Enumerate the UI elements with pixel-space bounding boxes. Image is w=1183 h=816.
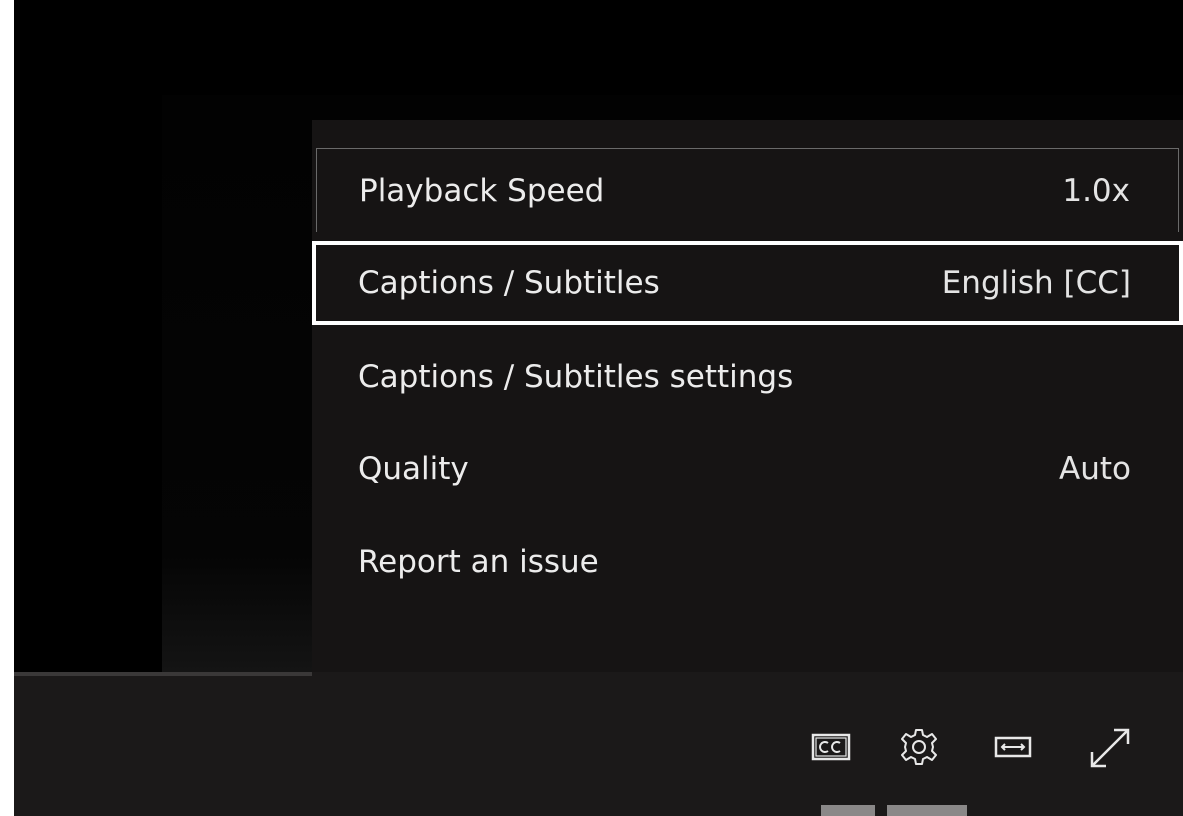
menu-item-playback-speed[interactable]: Playback Speed 1.0x: [316, 148, 1179, 232]
fullscreen-button[interactable]: [1080, 720, 1140, 776]
widen-button[interactable]: [988, 725, 1038, 769]
menu-item-report-issue[interactable]: Report an issue: [316, 520, 1179, 604]
menu-item-label: Captions / Subtitles settings: [358, 359, 794, 395]
control-indicator: [821, 805, 875, 816]
video-player: Playback Speed 1.0x Captions / Subtitles…: [0, 0, 1183, 816]
menu-item-value: Auto: [1059, 451, 1131, 487]
menu-item-label: Playback Speed: [359, 172, 605, 209]
menu-item-captions-settings[interactable]: Captions / Subtitles settings: [316, 335, 1179, 419]
settings-menu: Playback Speed 1.0x Captions / Subtitles…: [312, 120, 1183, 675]
menu-item-captions-subtitles[interactable]: Captions / Subtitles English [CC]: [312, 241, 1183, 325]
captions-button[interactable]: [806, 725, 856, 769]
menu-item-value: English [CC]: [941, 265, 1131, 301]
widen-icon: [994, 736, 1032, 758]
menu-item-value: 1.0x: [1062, 172, 1130, 209]
menu-item-label: Report an issue: [358, 544, 599, 580]
window-edge: [0, 0, 14, 816]
fullscreen-icon: [1090, 728, 1130, 768]
settings-button[interactable]: [894, 722, 944, 772]
progress-track[interactable]: [14, 672, 312, 676]
gear-icon: [901, 729, 937, 765]
menu-item-label: Captions / Subtitles: [358, 265, 660, 301]
control-indicator: [887, 805, 967, 816]
menu-item-quality[interactable]: Quality Auto: [316, 427, 1179, 511]
menu-item-label: Quality: [358, 451, 469, 487]
closed-captions-icon: [811, 733, 851, 761]
